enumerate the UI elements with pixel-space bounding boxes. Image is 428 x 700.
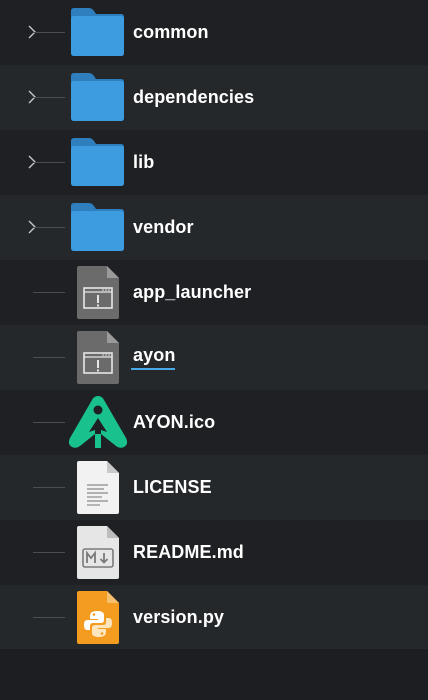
tree-item-version-py[interactable]: version.py: [0, 585, 428, 650]
folder-icon: [71, 138, 124, 186]
tree-item-label: lib: [133, 152, 155, 172]
tree-item-label: vendor: [133, 217, 194, 237]
markdown-icon: [77, 526, 119, 579]
tree-item-label: LICENSE: [133, 477, 212, 497]
tree-branch-line: [33, 487, 65, 488]
folder-icon: [71, 73, 124, 121]
file-tree: common dependencies lib vendor app_launc…: [0, 0, 428, 700]
executable-icon: [77, 266, 119, 319]
tree-item-lib[interactable]: lib: [0, 130, 428, 195]
tree-item-label: app_launcher: [133, 282, 252, 302]
tree-branch-line: [33, 97, 65, 98]
tree-branch-line: [33, 357, 65, 358]
tree-item-label: README.md: [133, 542, 244, 562]
tree-item-label: common: [133, 22, 209, 42]
folder-icon: [71, 8, 124, 56]
tree-item-label: dependencies: [133, 87, 255, 107]
tree-item-readme[interactable]: README.md: [0, 520, 428, 585]
tree-item-label-editing[interactable]: ayon: [131, 345, 176, 370]
tree-item-license[interactable]: LICENSE: [0, 455, 428, 520]
tree-item-ayon-ico[interactable]: AYON.ico: [0, 390, 428, 455]
tree-branch-line: [33, 422, 65, 423]
tree-item-ayon[interactable]: ayon: [0, 325, 428, 390]
tree-item-label: version.py: [133, 607, 225, 627]
python-icon: [77, 591, 119, 644]
text-document-icon: [77, 461, 119, 514]
empty-tree-area[interactable]: [0, 649, 428, 700]
tree-item-dependencies[interactable]: dependencies: [0, 65, 428, 130]
tree-branch-line: [33, 32, 65, 33]
tree-item-label: AYON.ico: [133, 412, 216, 432]
tree-item-common[interactable]: common: [0, 0, 428, 65]
tree-branch-line: [33, 552, 65, 553]
ayon-logo-icon: [68, 396, 128, 448]
executable-icon: [77, 331, 119, 384]
tree-branch-line: [33, 617, 65, 618]
tree-branch-line: [33, 292, 65, 293]
tree-branch-line: [33, 162, 65, 163]
tree-item-app-launcher[interactable]: app_launcher: [0, 260, 428, 325]
folder-icon: [71, 203, 124, 251]
tree-item-vendor[interactable]: vendor: [0, 195, 428, 260]
tree-branch-line: [33, 227, 65, 228]
